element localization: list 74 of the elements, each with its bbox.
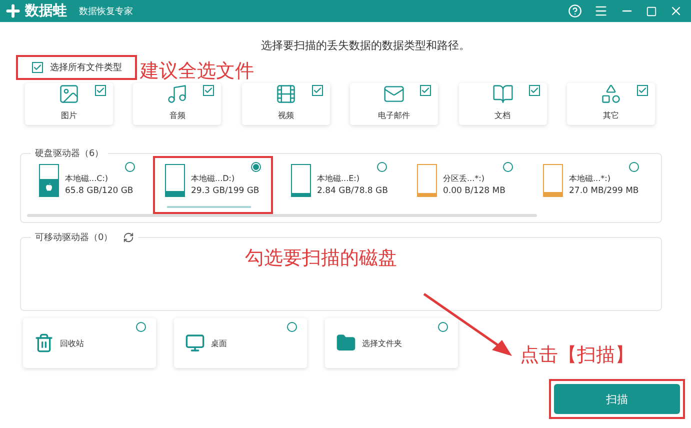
drive-capacity: 27.0 MB/299 MB <box>569 186 639 196</box>
annotation-text: 勾选要扫描的磁盘 <box>245 246 397 271</box>
location-card[interactable]: 回收站 <box>23 318 156 368</box>
drive-item[interactable]: 本地磁...*:) 27.0 MB/299 MB <box>531 156 651 214</box>
checkbox[interactable] <box>636 85 648 96</box>
drive-name: 本地磁...C:) <box>65 173 110 184</box>
location-label: 选择文件夹 <box>362 338 402 348</box>
drive-name: 本地磁...E:) <box>317 173 360 184</box>
file-type-label: 视频 <box>278 110 294 121</box>
drive-icon <box>291 164 311 197</box>
annotation-text: 点击【扫描】 <box>520 343 634 368</box>
drive-item[interactable]: 本地磁...D:) 29.3 GB/199 GB <box>153 156 273 214</box>
drive-capacity: 29.3 GB/199 GB <box>191 186 260 196</box>
checkbox[interactable] <box>203 85 214 96</box>
scan-button[interactable]: 扫描 <box>554 384 680 414</box>
drive-name: 本地磁...D:) <box>191 173 236 184</box>
radio-button[interactable] <box>503 162 513 172</box>
drive-icon <box>417 164 437 197</box>
radio-button[interactable] <box>125 162 135 172</box>
drive-item[interactable]: 本地磁...E:) 2.84 GB/78.8 GB <box>279 156 399 214</box>
app-subtitle: 数据恢复专家 <box>79 6 133 18</box>
location-label: 回收站 <box>60 338 84 348</box>
section-title: 可移动驱动器（0） <box>35 232 113 244</box>
radio-button[interactable] <box>377 162 387 172</box>
drive-capacity: 65.8 GB/120 GB <box>65 186 134 196</box>
logo-icon <box>4 2 22 20</box>
drive-name: 本地磁...*:) <box>569 173 612 184</box>
radio-button[interactable] <box>287 322 297 332</box>
location-card[interactable]: 桌面 <box>174 318 307 368</box>
annotation-text: 建议全选文件 <box>140 59 254 84</box>
mail-icon <box>382 83 406 105</box>
checkbox[interactable] <box>95 85 106 96</box>
radio-button[interactable] <box>251 162 261 172</box>
location-label: 桌面 <box>211 338 227 348</box>
radio-button[interactable] <box>136 322 146 332</box>
drive-item[interactable]: 分区丢...*:) 0.00 B/128 MB <box>405 156 525 214</box>
file-type-label: 文档 <box>494 110 511 121</box>
radio-button[interactable] <box>629 162 639 172</box>
scrollbar[interactable] <box>27 214 537 217</box>
file-type-label: 图片 <box>61 110 77 121</box>
maximize-icon[interactable] <box>646 6 657 16</box>
drive-capacity: 0.00 B/128 MB <box>443 186 506 196</box>
drive-icon <box>543 164 563 197</box>
checkbox[interactable] <box>32 62 43 73</box>
drive-icon <box>165 164 185 197</box>
apple-icon <box>45 182 53 192</box>
book-icon <box>490 83 515 105</box>
refresh-icon[interactable] <box>122 232 134 243</box>
app-name: 数据蛙 <box>25 2 67 20</box>
file-type-card[interactable]: 电子邮件 <box>350 83 438 125</box>
file-type-card[interactable]: 其它 <box>566 83 655 125</box>
instruction-text: 选择要扫描的丢失数据的数据类型和路径。 <box>260 38 471 54</box>
close-icon[interactable] <box>669 4 683 18</box>
drive-capacity: 2.84 GB/78.8 GB <box>317 186 388 196</box>
drive-name: 分区丢...*:) <box>443 173 486 184</box>
help-icon[interactable] <box>568 4 582 18</box>
checkbox[interactable] <box>420 85 432 96</box>
monitor-icon <box>185 333 205 353</box>
radio-button[interactable] <box>438 322 448 332</box>
checkbox[interactable] <box>528 85 540 96</box>
file-type-card[interactable]: 图片 <box>25 83 113 125</box>
checkbox-label: 选择所有文件类型 <box>50 62 122 74</box>
file-type-card[interactable]: 视频 <box>242 83 330 125</box>
folder-icon <box>336 333 356 353</box>
checkbox[interactable] <box>312 85 323 96</box>
file-type-label: 电子邮件 <box>378 110 410 121</box>
file-type-card[interactable]: 音频 <box>133 83 222 125</box>
image-icon <box>57 83 81 105</box>
file-type-label: 其它 <box>602 110 619 121</box>
trash-icon <box>34 333 54 353</box>
menu-icon[interactable] <box>594 4 608 18</box>
file-type-card[interactable]: 文档 <box>458 83 547 125</box>
location-card[interactable]: 选择文件夹 <box>325 318 458 368</box>
file-type-label: 音频 <box>169 110 186 121</box>
